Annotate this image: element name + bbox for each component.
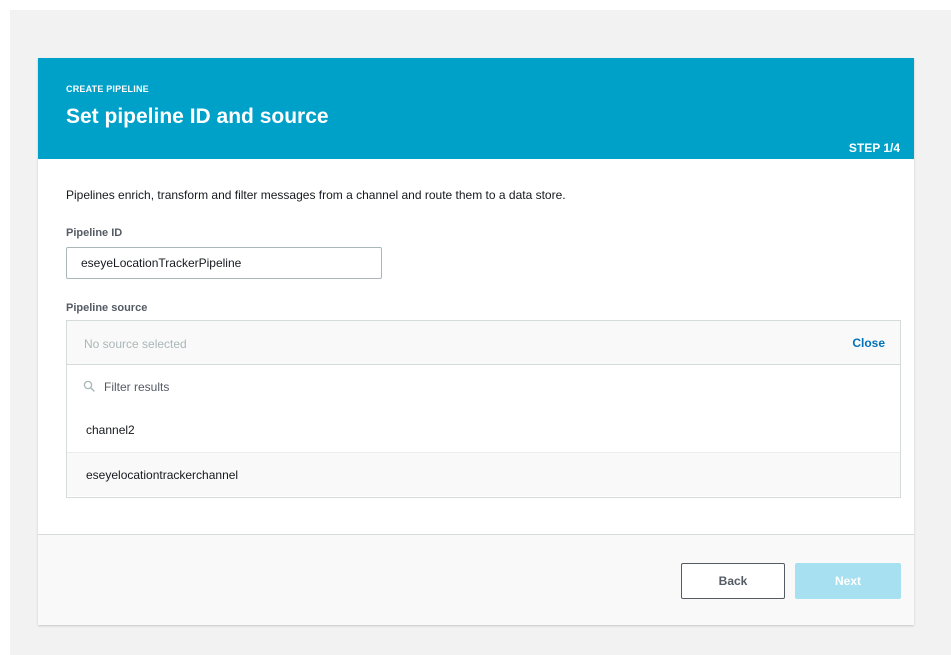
source-option-eseyelocationtrackerchannel[interactable]: eseyelocationtrackerchannel	[67, 452, 900, 496]
filter-results-input[interactable]: Filter results	[67, 365, 900, 405]
wizard-card: CREATE PIPELINE Set pipeline ID and sour…	[38, 58, 914, 625]
pipeline-source-select[interactable]: No source selected Close	[67, 321, 900, 365]
pipeline-id-label: Pipeline ID	[66, 227, 123, 239]
close-dropdown-link[interactable]: Close	[852, 336, 885, 350]
search-icon	[83, 380, 95, 392]
page-description: Pipelines enrich, transform and filter m…	[66, 188, 566, 202]
next-button[interactable]: Next	[795, 563, 901, 599]
pipeline-source-dropdown: No source selected Close Filter results …	[66, 320, 901, 498]
wizard-footer: Back Next	[38, 535, 914, 625]
filter-placeholder: Filter results	[104, 380, 170, 394]
wizard-header: CREATE PIPELINE Set pipeline ID and sour…	[38, 58, 914, 159]
header-eyebrow: CREATE PIPELINE	[66, 84, 149, 94]
page-title: Set pipeline ID and source	[66, 105, 329, 128]
back-button[interactable]: Back	[681, 563, 785, 599]
pipeline-id-input[interactable]: eseyeLocationTrackerPipeline	[66, 247, 382, 279]
step-indicator: STEP 1/4	[848, 141, 900, 155]
source-option-channel2[interactable]: channel2	[67, 408, 900, 452]
pipeline-source-label: Pipeline source	[66, 302, 148, 314]
source-placeholder: No source selected	[84, 337, 187, 351]
